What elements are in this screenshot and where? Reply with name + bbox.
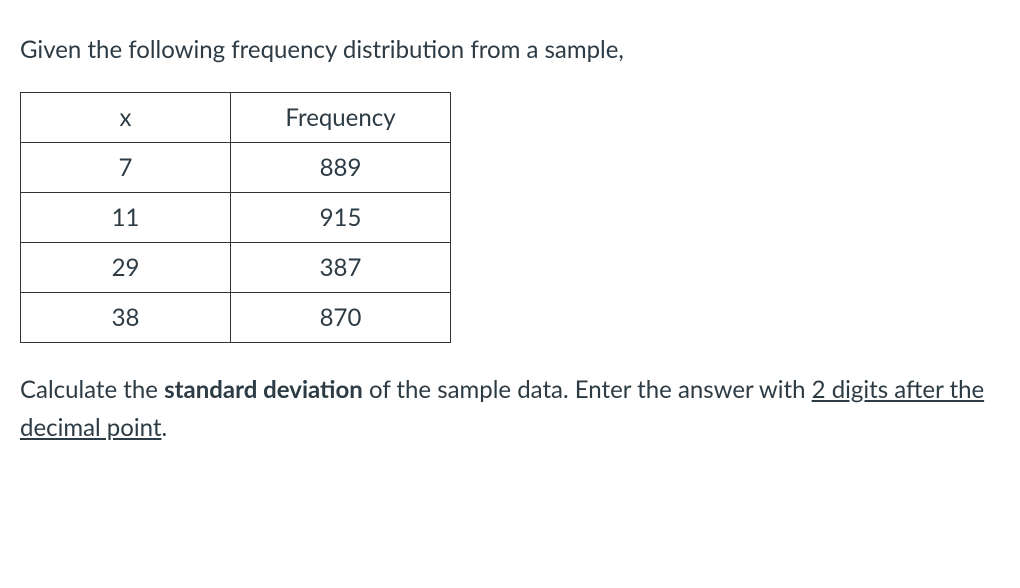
- cell-frequency: 915: [231, 193, 451, 243]
- cell-frequency: 870: [231, 293, 451, 343]
- table-row: 29 387: [21, 243, 451, 293]
- cell-x: 7: [21, 143, 231, 193]
- header-x: x: [21, 93, 231, 143]
- table-header-row: x Frequency: [21, 93, 451, 143]
- question-part1: Calculate the: [20, 375, 164, 404]
- header-frequency: Frequency: [231, 93, 451, 143]
- question-text: Calculate the standard deviation of the …: [20, 371, 1000, 448]
- question-part3: .: [161, 413, 167, 442]
- cell-x: 29: [21, 243, 231, 293]
- cell-x: 11: [21, 193, 231, 243]
- intro-text: Given the following frequency distributi…: [20, 32, 1000, 68]
- cell-x: 38: [21, 293, 231, 343]
- table-row: 7 889: [21, 143, 451, 193]
- question-bold: standard deviation: [164, 375, 363, 404]
- table-row: 11 915: [21, 193, 451, 243]
- cell-frequency: 889: [231, 143, 451, 193]
- frequency-table: x Frequency 7 889 11 915 29 387 38 870: [20, 92, 451, 343]
- table-row: 38 870: [21, 293, 451, 343]
- cell-frequency: 387: [231, 243, 451, 293]
- question-part2: of the sample data. Enter the answer wit…: [363, 375, 812, 404]
